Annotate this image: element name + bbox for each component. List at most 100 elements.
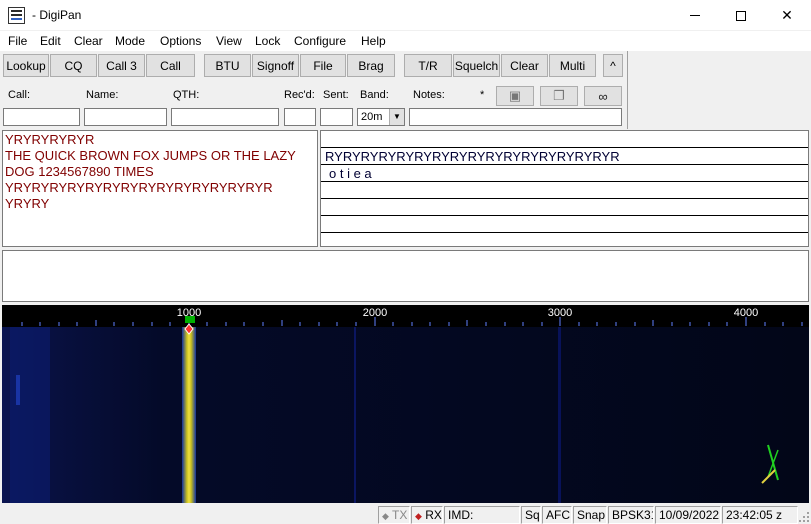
- tx-text-pane[interactable]: [2, 250, 809, 302]
- band-label: Band:: [360, 89, 389, 101]
- waterfall-background: [2, 327, 809, 503]
- rx-text-line: THE QUICK BROWN FOX JUMPS OR THE LAZY: [5, 148, 296, 163]
- notes-input[interactable]: [409, 108, 622, 126]
- lookup-icon-button[interactable]: ∞: [584, 86, 622, 106]
- tx-diamond-icon: ◆: [382, 511, 389, 521]
- snap-indicator[interactable]: Snap: [573, 506, 607, 524]
- noise-band: [10, 327, 50, 503]
- rx-text-line: DOG 1234567890 TIMES: [5, 164, 154, 179]
- imd-readout: IMD:: [444, 506, 520, 524]
- call-input[interactable]: [3, 108, 80, 126]
- name-input[interactable]: [84, 108, 167, 126]
- collapse-toolbar-button[interactable]: ^: [603, 54, 623, 77]
- channel-row[interactable]: o t i e a: [321, 165, 808, 182]
- channel-row[interactable]: [321, 199, 808, 216]
- tx-label: TX: [392, 508, 408, 522]
- notes-label: Notes:: [413, 89, 445, 101]
- signal-trace: [182, 327, 196, 503]
- menu-view[interactable]: View: [216, 34, 242, 48]
- scale-label-2000: 2000: [363, 307, 387, 319]
- window-title: - DigiPan: [32, 8, 82, 22]
- binoculars-icon: ∞: [598, 88, 608, 104]
- menu-lock[interactable]: Lock: [255, 34, 280, 48]
- qth-label: QTH:: [173, 89, 200, 101]
- multichannel-pane[interactable]: RYRYRYRYRYRYRYRYRYRYRYRYRYRYRYRYR o t i …: [320, 130, 809, 247]
- rx-diamond-icon: ◆: [415, 511, 422, 521]
- noise-streak: [354, 327, 356, 503]
- chevron-down-icon[interactable]: ▼: [389, 109, 404, 125]
- call-button[interactable]: Call: [146, 54, 195, 77]
- btu-button[interactable]: BTU: [204, 54, 251, 77]
- menu-clear[interactable]: Clear: [74, 34, 103, 48]
- waterfall-display[interactable]: 1000 2000 3000 4000: [2, 305, 809, 503]
- brag-button[interactable]: Brag: [347, 54, 395, 77]
- time-display: 23:42:05 z: [722, 506, 798, 524]
- scale-label-3000: 3000: [548, 307, 572, 319]
- call3-button[interactable]: Call 3: [98, 54, 145, 77]
- band-value: 20m: [361, 111, 383, 123]
- menu-options[interactable]: Options: [160, 34, 201, 48]
- name-label: Name:: [86, 89, 119, 101]
- file-button[interactable]: File: [300, 54, 346, 77]
- noise-streak: [16, 375, 20, 405]
- close-button[interactable]: ✕: [764, 0, 810, 31]
- channel-row[interactable]: [321, 216, 808, 233]
- frequency-scale: [2, 305, 809, 327]
- sent-input[interactable]: [320, 108, 353, 126]
- squelch-indicator[interactable]: Sq: [521, 506, 541, 524]
- channel-row[interactable]: [321, 233, 808, 246]
- sent-label: Sent:: [323, 89, 349, 101]
- rx-indicator: ◆ RX: [411, 506, 443, 524]
- rx-text-line: YRYRYRYRYR: [5, 132, 95, 147]
- noise-streak: [558, 327, 561, 503]
- status-bar: ◆ TX ◆ RX IMD: Sq AFC Snap BPSK31 10/09/…: [0, 504, 811, 524]
- minimize-button[interactable]: [672, 0, 718, 31]
- menu-mode[interactable]: Mode: [115, 34, 145, 48]
- date-display: 10/09/2022: [655, 506, 721, 524]
- qth-input[interactable]: [171, 108, 279, 126]
- menu-file[interactable]: File: [8, 34, 27, 48]
- toolbar-area: Lookup CQ Call 3 Call BTU Signoff File B…: [0, 51, 628, 129]
- channel-row[interactable]: RYRYRYRYRYRYRYRYRYRYRYRYRYRYRYRYR: [321, 148, 808, 165]
- resize-grip-icon[interactable]: [798, 511, 810, 523]
- save-log-button[interactable]: ▣: [496, 86, 534, 106]
- maximize-button[interactable]: [718, 0, 764, 31]
- digipan-app-icon[interactable]: [8, 7, 25, 24]
- recd-input[interactable]: [284, 108, 316, 126]
- menu-bar: File Edit Clear Mode Options View Lock C…: [0, 31, 811, 51]
- menu-help[interactable]: Help: [361, 34, 386, 48]
- band-select[interactable]: 20m ▼: [357, 108, 405, 126]
- mode-indicator[interactable]: BPSK31: [608, 506, 654, 524]
- channel-row[interactable]: [321, 131, 808, 148]
- toolbar-empty-area: [629, 51, 811, 129]
- waterfall-svg: 1000 2000 3000 4000: [2, 305, 809, 503]
- rx-label: RX: [425, 508, 442, 522]
- cq-button[interactable]: CQ: [50, 54, 97, 77]
- title-bar: - DigiPan ✕: [0, 0, 811, 31]
- signoff-button[interactable]: Signoff: [252, 54, 299, 77]
- rx-text-line: YRYRY: [5, 196, 50, 211]
- rx-text-pane[interactable]: YRYRYRYRYR THE QUICK BROWN FOX JUMPS OR …: [2, 130, 318, 247]
- multi-button[interactable]: Multi: [549, 54, 596, 77]
- notes-asterisk: *: [480, 89, 485, 101]
- squelch-button[interactable]: Squelch: [453, 54, 500, 77]
- copy-button[interactable]: ❐: [540, 86, 578, 106]
- tx-indicator: ◆ TX: [378, 506, 410, 524]
- lookup-button[interactable]: Lookup: [3, 54, 49, 77]
- menu-edit[interactable]: Edit: [40, 34, 61, 48]
- rx-text-line: YRYRYRYRYRYRYRYRYRYRYRYRYRYRYR: [5, 180, 273, 195]
- floppy-disk-icon: ▣: [508, 88, 522, 103]
- minimize-icon: [690, 15, 700, 16]
- close-icon: ✕: [781, 7, 793, 23]
- afc-indicator[interactable]: AFC: [542, 506, 572, 524]
- tuning-marker-icon[interactable]: [185, 316, 195, 323]
- copy-icon: ❐: [553, 88, 565, 103]
- call-label: Call:: [8, 89, 31, 101]
- tr-button[interactable]: T/R: [404, 54, 452, 77]
- menu-configure[interactable]: Configure: [294, 34, 346, 48]
- recd-label: Rec'd:: [284, 89, 315, 101]
- channel-row[interactable]: [321, 182, 808, 199]
- maximize-icon: [736, 10, 746, 21]
- clear-button[interactable]: Clear: [501, 54, 548, 77]
- scale-label-4000: 4000: [734, 307, 758, 319]
